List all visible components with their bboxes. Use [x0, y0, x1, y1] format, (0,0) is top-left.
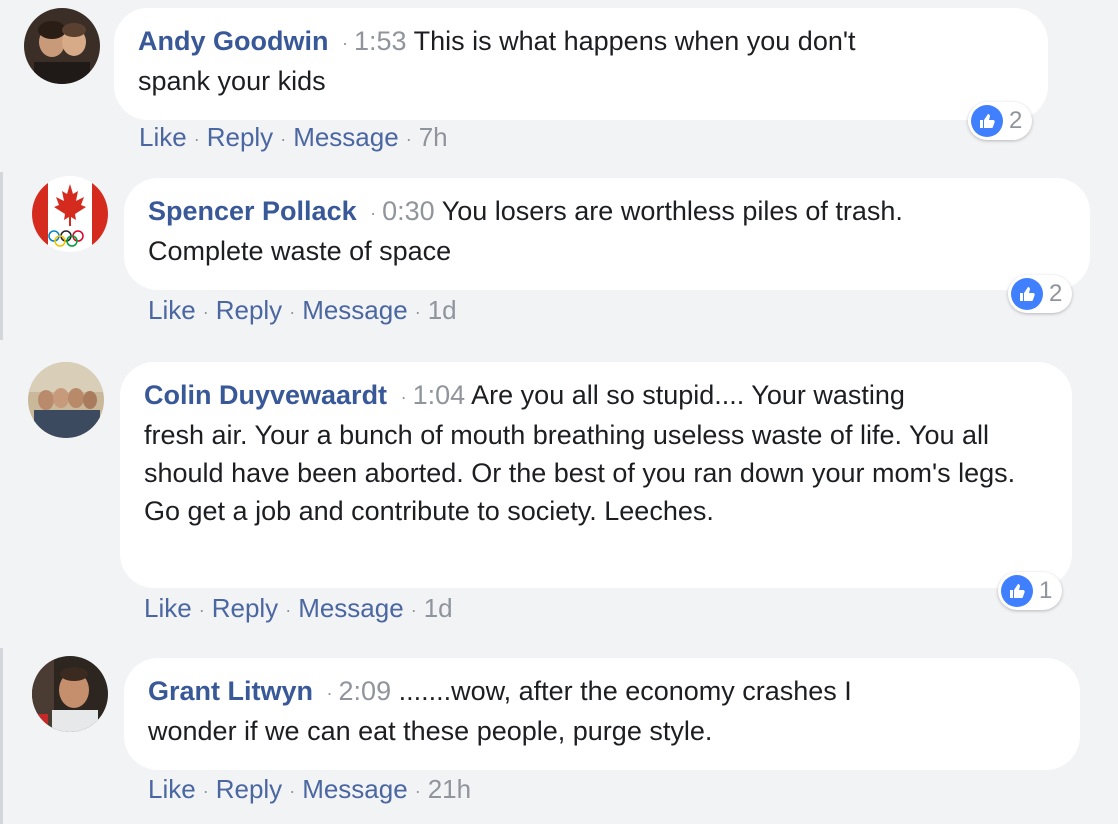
like-link[interactable]: Like [148, 295, 196, 325]
comment-bubble: Grant Litwyn · 2:09 .......wow, after the… [124, 658, 1080, 770]
thumbs-up-icon [1001, 575, 1033, 607]
reaction-badge[interactable]: 2 [968, 102, 1033, 140]
thumbs-up-icon [971, 105, 1003, 137]
comment-text-line1: You losers are worthless piles of trash. [441, 196, 903, 226]
message-link[interactable]: Message [302, 774, 408, 804]
author-name[interactable]: Spencer Pollack [148, 196, 357, 226]
comment-bubble: Spencer Pollack · 0:30 You losers are wor… [124, 178, 1090, 290]
reply-thread-line [0, 648, 3, 824]
comment-actions: Like · Reply · Message · 1d [144, 593, 453, 623]
comment-age[interactable]: 7h [419, 122, 448, 152]
like-link[interactable]: Like [148, 774, 196, 804]
comment-actions: Like · Reply · Message · 1d [148, 295, 457, 325]
comment-text: spank your kids [138, 65, 326, 96]
reaction-count: 2 [1049, 280, 1063, 307]
avatar[interactable] [24, 8, 100, 84]
reply-link[interactable]: Reply [216, 295, 282, 325]
comment-actions: Like · Reply · Message · 7h [139, 122, 448, 152]
comment-age[interactable]: 1d [428, 295, 457, 325]
reaction-count: 1 [1039, 577, 1053, 604]
thumbs-up-icon [1011, 278, 1043, 310]
comment-timestamp[interactable]: · 1:53 [336, 26, 407, 56]
reply-link[interactable]: Reply [207, 122, 273, 152]
comment-bubble: Colin Duyvewaardt · 1:04 Are you all so s… [120, 362, 1072, 588]
message-link[interactable]: Message [298, 593, 404, 623]
comment-text: wonder if we can eat these people, purge… [148, 715, 713, 746]
comment-age[interactable]: 1d [424, 593, 453, 623]
like-link[interactable]: Like [139, 122, 187, 152]
reaction-count: 2 [1009, 107, 1023, 134]
reaction-badge[interactable]: 2 [1008, 275, 1073, 313]
reply-link[interactable]: Reply [212, 593, 278, 623]
avatar[interactable] [28, 362, 104, 438]
comment-text: fresh air. Your a bunch of mouth breathi… [144, 419, 1016, 526]
author-name[interactable]: Andy Goodwin [138, 26, 328, 56]
comment-text-line1: Are you all so stupid.... Your wasting [471, 380, 905, 410]
comment-age[interactable]: 21h [428, 774, 471, 804]
avatar[interactable] [32, 656, 108, 732]
reply-thread-line [0, 172, 3, 340]
comment-text: Complete waste of space [148, 235, 452, 266]
like-link[interactable]: Like [144, 593, 192, 623]
message-link[interactable]: Message [302, 295, 408, 325]
comment-timestamp[interactable]: · 1:04 [395, 380, 466, 410]
reaction-badge[interactable]: 1 [998, 572, 1063, 610]
comment-actions: Like · Reply · Message · 21h [148, 774, 472, 804]
reply-link[interactable]: Reply [216, 774, 282, 804]
comment-timestamp[interactable]: · 2:09 [321, 676, 392, 706]
comment-text-line1: This is what happens when you don't [413, 26, 856, 56]
comment-text-line1: .......wow, after the economy crashes I [398, 676, 852, 706]
comment-timestamp[interactable]: · 0:30 [364, 196, 435, 226]
author-name[interactable]: Colin Duyvewaardt [144, 380, 387, 410]
author-name[interactable]: Grant Litwyn [148, 676, 313, 706]
message-link[interactable]: Message [293, 122, 399, 152]
comment-bubble: Andy Goodwin · 1:53 This is what happens … [114, 8, 1048, 120]
avatar[interactable] [32, 176, 108, 252]
